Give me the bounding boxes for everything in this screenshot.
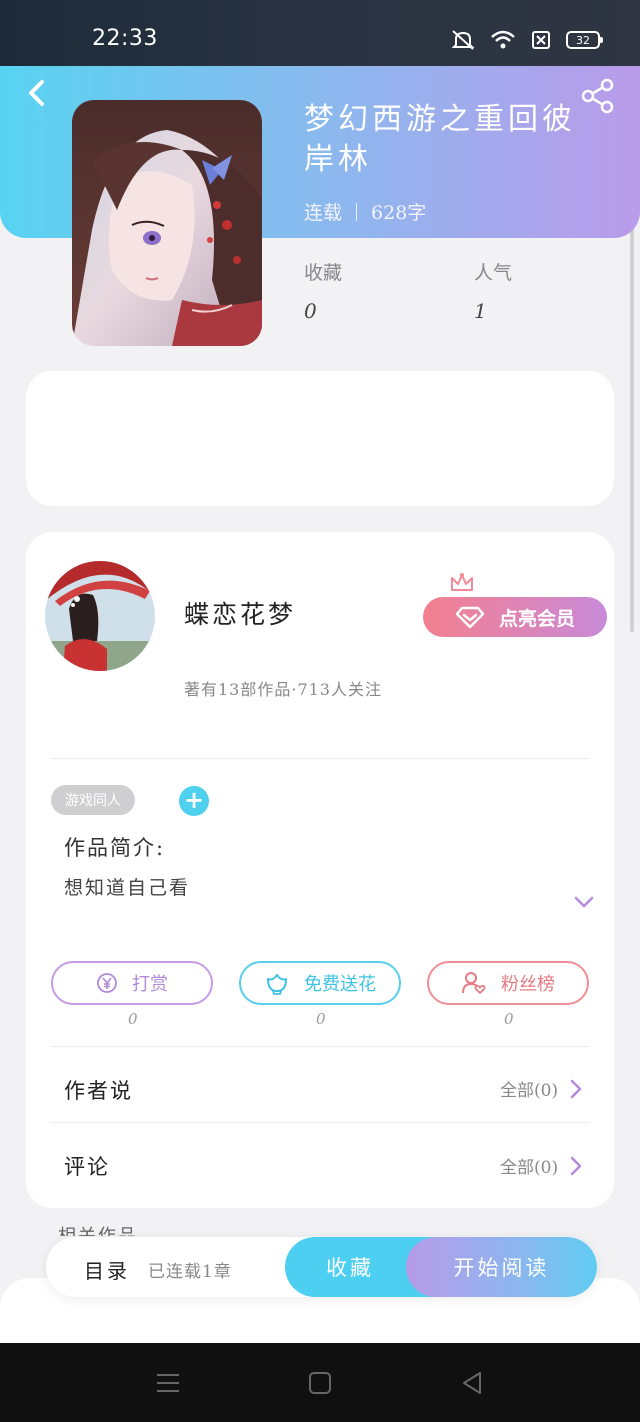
book-cover-image[interactable] — [72, 100, 262, 346]
meta-divider — [356, 202, 358, 221]
fans-rank-count: 0 — [504, 1010, 514, 1028]
author-notes-all-label: 全部(0) — [500, 1081, 559, 1101]
no-sim-icon — [532, 31, 550, 49]
author-name[interactable]: 蝶恋花梦 — [184, 595, 296, 631]
reward-label: 打赏 — [132, 974, 168, 995]
vip-label: 点亮会员 — [498, 607, 575, 630]
genre-tag[interactable]: 游戏同人 — [51, 785, 135, 815]
comments-all-link[interactable]: 全部(0) — [500, 1153, 584, 1178]
stat-collect: 收藏 0 — [304, 258, 342, 323]
battery-level: 32 — [576, 33, 590, 47]
comments-all-label: 全部(0) — [500, 1158, 559, 1178]
chevron-right-icon — [570, 1079, 582, 1098]
author-info-card: 蝶恋花梦 著有13部作品·713人关注 点亮会员 游戏同人 + 作品简介: 想知… — [26, 532, 614, 1208]
back-button[interactable] — [20, 76, 52, 110]
home-icon[interactable] — [306, 1369, 334, 1397]
yen-coin-icon — [97, 973, 117, 993]
toc-button[interactable]: 目录 — [84, 1255, 130, 1284]
user-heart-icon — [462, 972, 486, 995]
status-time: 22:33 — [92, 26, 158, 51]
author-notes-all-link[interactable]: 全部(0) — [500, 1076, 584, 1101]
fans-rank-button[interactable]: 粉丝榜 — [427, 961, 589, 1005]
send-flower-label: 免费送花 — [304, 974, 376, 995]
add-tag-button[interactable]: + — [179, 786, 209, 816]
menu-icon[interactable] — [154, 1369, 182, 1397]
mute-bell-icon — [451, 30, 475, 50]
book-title: 梦幻西游之重回彼岸林 — [304, 102, 576, 177]
status-icons: 32 — [450, 28, 603, 52]
related-section-title: 相关作品 — [58, 1222, 138, 1236]
chevron-right-icon — [570, 1156, 582, 1175]
battery-icon: 32 — [566, 31, 603, 49]
diamond-icon — [455, 606, 485, 629]
flower-icon — [267, 974, 287, 995]
author-notes-title: 作者说 — [64, 1079, 133, 1103]
book-detail-screen: { "status_bar": { "time": "22:33", "batt… — [0, 0, 640, 1422]
stat-label: 人气 — [474, 262, 513, 284]
fans-rank-label: 粉丝榜 — [501, 974, 555, 995]
intro-text: 想知道自己看 — [64, 877, 191, 899]
reward-count: 0 — [128, 1010, 138, 1028]
divider — [50, 758, 590, 759]
ad-placeholder-card — [26, 371, 614, 506]
book-meta: 连载 628字 — [304, 198, 426, 225]
author-avatar[interactable] — [45, 561, 155, 671]
book-word-count: 628字 — [371, 202, 427, 224]
status-bar: 22:33 32 — [0, 0, 640, 66]
chevron-left-icon — [29, 80, 44, 106]
vip-button[interactable]: 点亮会员 — [423, 597, 607, 637]
start-reading-button[interactable]: 开始阅读 — [406, 1237, 597, 1297]
reward-button[interactable]: 打赏 — [51, 961, 213, 1005]
back-triangle-icon[interactable] — [458, 1369, 486, 1397]
system-nav-bar — [0, 1343, 640, 1422]
book-status: 连载 — [304, 202, 343, 224]
comments-title: 评论 — [64, 1155, 110, 1179]
stat-popularity: 人气 1 — [474, 258, 512, 323]
send-flower-button[interactable]: 免费送花 — [239, 961, 401, 1005]
stat-label: 收藏 — [304, 262, 343, 284]
chevron-down-icon[interactable] — [572, 890, 596, 914]
divider — [50, 1046, 590, 1047]
divider — [50, 1122, 590, 1123]
send-flower-count: 0 — [316, 1010, 326, 1028]
stat-value: 1 — [474, 299, 487, 323]
stat-value: 0 — [304, 299, 317, 323]
wifi-icon — [491, 30, 515, 49]
author-stats: 著有13部作品·713人关注 — [184, 680, 382, 699]
chapter-status[interactable]: 已连载1章 — [148, 1257, 232, 1282]
intro-title: 作品简介: — [64, 836, 166, 860]
crown-icon — [451, 573, 473, 591]
bottom-action-bar: 目录 已连载1章 收藏 开始阅读 — [46, 1237, 597, 1297]
